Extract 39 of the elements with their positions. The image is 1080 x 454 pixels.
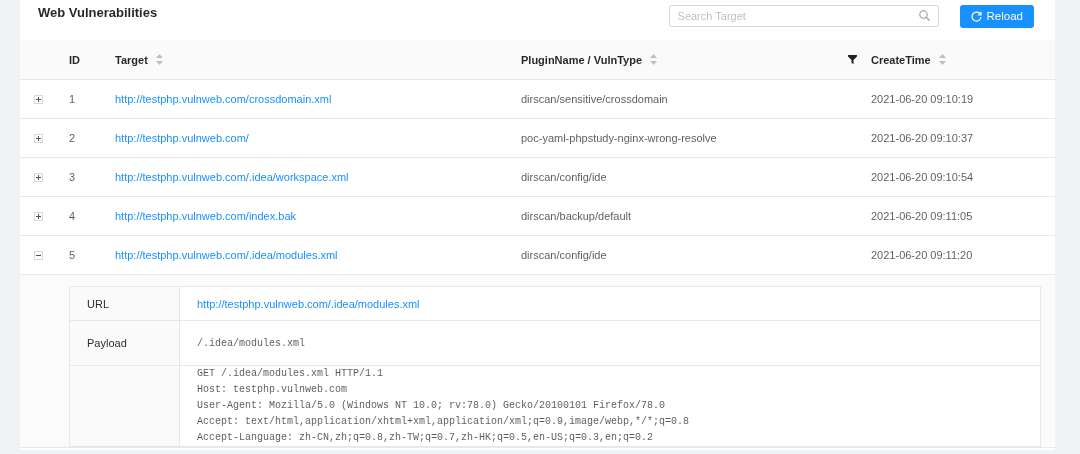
expand-icon[interactable]: [34, 172, 43, 182]
id-cell-text: 5: [68, 249, 77, 261]
column-header[interactable]: ID: [69, 53, 80, 66]
payload-value: /.idea/modules.xml: [197, 337, 306, 349]
plugin-cell-text: dirscan/backup/default: [520, 210, 633, 222]
time-cell-text: 2021-06-20 09:10:19: [870, 93, 975, 105]
url-link[interactable]: http://testphp.vulnweb.com/.idea/modules.xml: [197, 297, 420, 310]
plugin-cell-text: dirscan/config/ide: [520, 171, 608, 183]
expand-icon[interactable]: [34, 133, 43, 143]
target-link[interactable]: http://testphp.vulnweb.com/crossdomain.xml: [115, 93, 332, 105]
filter-icon[interactable]: [848, 55, 857, 64]
column-header[interactable]: PluginName / VulnType: [521, 53, 643, 66]
reload-button[interactable]: Reload: [959, 4, 1034, 28]
collapse-icon[interactable]: [34, 250, 43, 260]
expand-icon[interactable]: [34, 94, 43, 104]
target-link[interactable]: http://testphp.vulnweb.com/: [115, 132, 249, 144]
request-text: GET /.idea/modules.xml HTTP/1.1 Host: testphp.vulnweb.com User-Agent: Mozilla/5.0 (Windows NT 10.0; rv:78.0) Gecko/20100101 Firefox/78.0 Accept: text/html,application/xhtml+xml,application/xml;q=0.9,image/webp,*/*;q=0.8 Accept-Language: zh-CN,zh;q=0.8,zh-TW;q=0.7,zh-HK;q=0.5,en-US;q=0.3,en;q=0.2: [196, 367, 691, 445]
page-title: Web Vulnerabilities: [38, 4, 159, 20]
id-cell-text: 4: [68, 210, 77, 222]
time-cell-text: 2021-06-20 09:11:05: [870, 210, 974, 222]
time-cell-text: 2021-06-20 09:10:54: [870, 171, 975, 183]
detail-label: URL: [70, 287, 180, 320]
column-header[interactable]: CreateTime: [871, 53, 931, 66]
plugin-cell-text: dirscan/config/ide: [520, 249, 608, 261]
plugin-cell-text: dirscan/sensitive/crossdomain: [520, 93, 669, 105]
id-cell-text: 2: [68, 132, 77, 144]
detail-label: Payload: [70, 321, 180, 365]
column-header[interactable]: Target: [115, 53, 148, 66]
target-link[interactable]: http://testphp.vulnweb.com/index.bak: [115, 210, 296, 222]
search-field[interactable]: Search Target: [668, 5, 939, 27]
expand-icon[interactable]: [34, 211, 43, 221]
reload-icon: [970, 10, 982, 22]
time-cell-text: 2021-06-20 09:11:20: [870, 249, 974, 261]
target-link[interactable]: http://testphp.vulnweb.com/.idea/workspace.xml: [115, 171, 349, 183]
target-link[interactable]: http://testphp.vulnweb.com/.idea/modules.xml: [115, 249, 338, 261]
id-cell-text: 1: [68, 93, 77, 105]
time-cell-text: 2021-06-20 09:10:37: [870, 132, 975, 144]
id-cell-text: 3: [68, 171, 77, 183]
plugin-cell-text: poc-yaml-phpstudy-nginx-wrong-resolve: [520, 132, 718, 144]
